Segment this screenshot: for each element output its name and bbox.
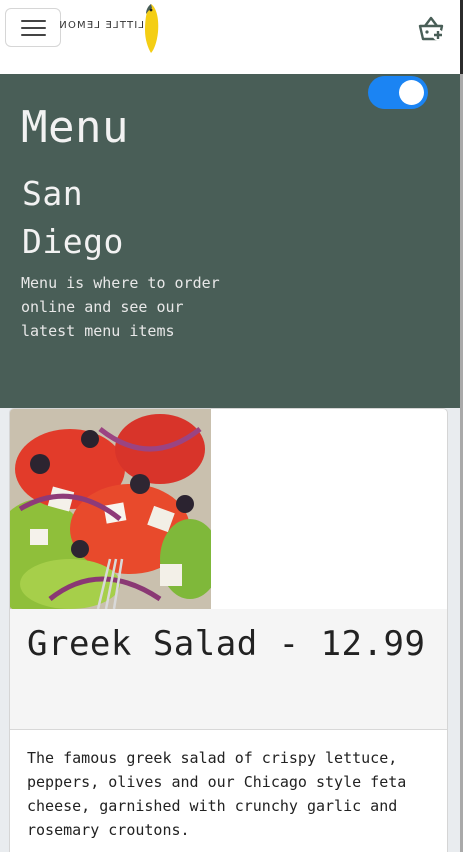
toggle-switch[interactable] <box>368 76 428 109</box>
hamburger-icon <box>21 20 46 22</box>
basket-add-icon[interactable] <box>416 14 446 44</box>
menu-item-card[interactable]: Greek Salad - 12.99 The famous greek sal… <box>9 408 448 852</box>
menu-toggle-button[interactable] <box>5 8 61 47</box>
lemon-icon <box>145 4 159 53</box>
hero-description: Menu is where to order online and see ou… <box>21 274 220 340</box>
toggle-knob <box>399 80 424 105</box>
top-navbar: LITTLE LEMON <box>0 0 460 74</box>
page-title: Menu <box>21 102 129 153</box>
greek-salad-photo <box>10 409 211 609</box>
logo-text: LITTLE LEMON <box>58 20 144 31</box>
menu-item-description: The famous greek salad of crispy lettuce… <box>27 749 407 839</box>
hamburger-icon-line <box>21 27 46 29</box>
menu-item-title: Greek Salad - 12.99 <box>27 624 426 664</box>
hero-section: Menu San Diego Menu is where to order on… <box>0 74 460 408</box>
little-lemon-logo[interactable]: LITTLE LEMON <box>58 2 160 54</box>
location-heading: San Diego <box>22 174 124 261</box>
hamburger-icon-line <box>21 34 46 36</box>
menu-item-header: Greek Salad - 12.99 <box>10 609 447 730</box>
